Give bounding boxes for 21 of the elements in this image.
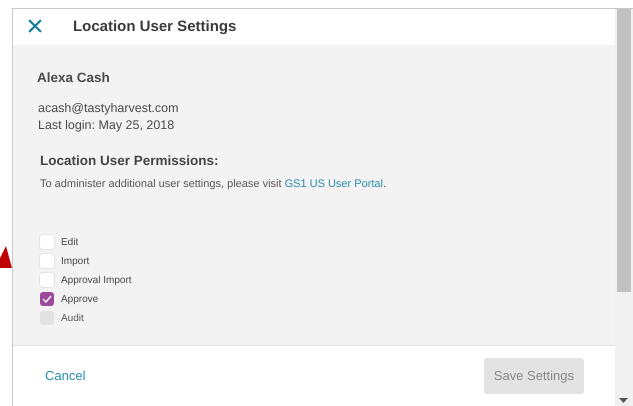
scrollbar-thumb[interactable] — [617, 9, 631, 292]
section-heading: Location User Permissions: — [40, 152, 220, 170]
pointer-icon — [0, 246, 12, 268]
user-email: acash@tastyharvest.com — [37, 100, 180, 118]
checkbox-label: Import — [61, 254, 90, 268]
checkbox[interactable] — [40, 235, 54, 249]
checkbox-label: Approval Import — [61, 274, 132, 288]
scroll-down-icon[interactable] — [619, 398, 628, 403]
checkbox-label: Approve — [61, 292, 98, 306]
portal-link[interactable]: GS1 US User Portal — [284, 178, 383, 190]
permissions-note: To administer additional user settings, please visit GS1 US User Portal. — [40, 176, 388, 192]
dialog-title: Location User Settings — [73, 16, 236, 37]
checkbox[interactable] — [40, 254, 54, 268]
user-name: Alexa Cash — [37, 69, 111, 87]
close-button[interactable]: × — [23, 13, 47, 41]
checkbox[interactable] — [40, 292, 54, 306]
last-login: Last login: May 25, 2018 — [37, 117, 176, 134]
checkbox-label: Audit — [61, 312, 84, 326]
checkbox[interactable] — [40, 273, 54, 287]
checkbox-label: Edit — [61, 236, 78, 250]
cancel-link[interactable]: Cancel — [45, 366, 86, 386]
